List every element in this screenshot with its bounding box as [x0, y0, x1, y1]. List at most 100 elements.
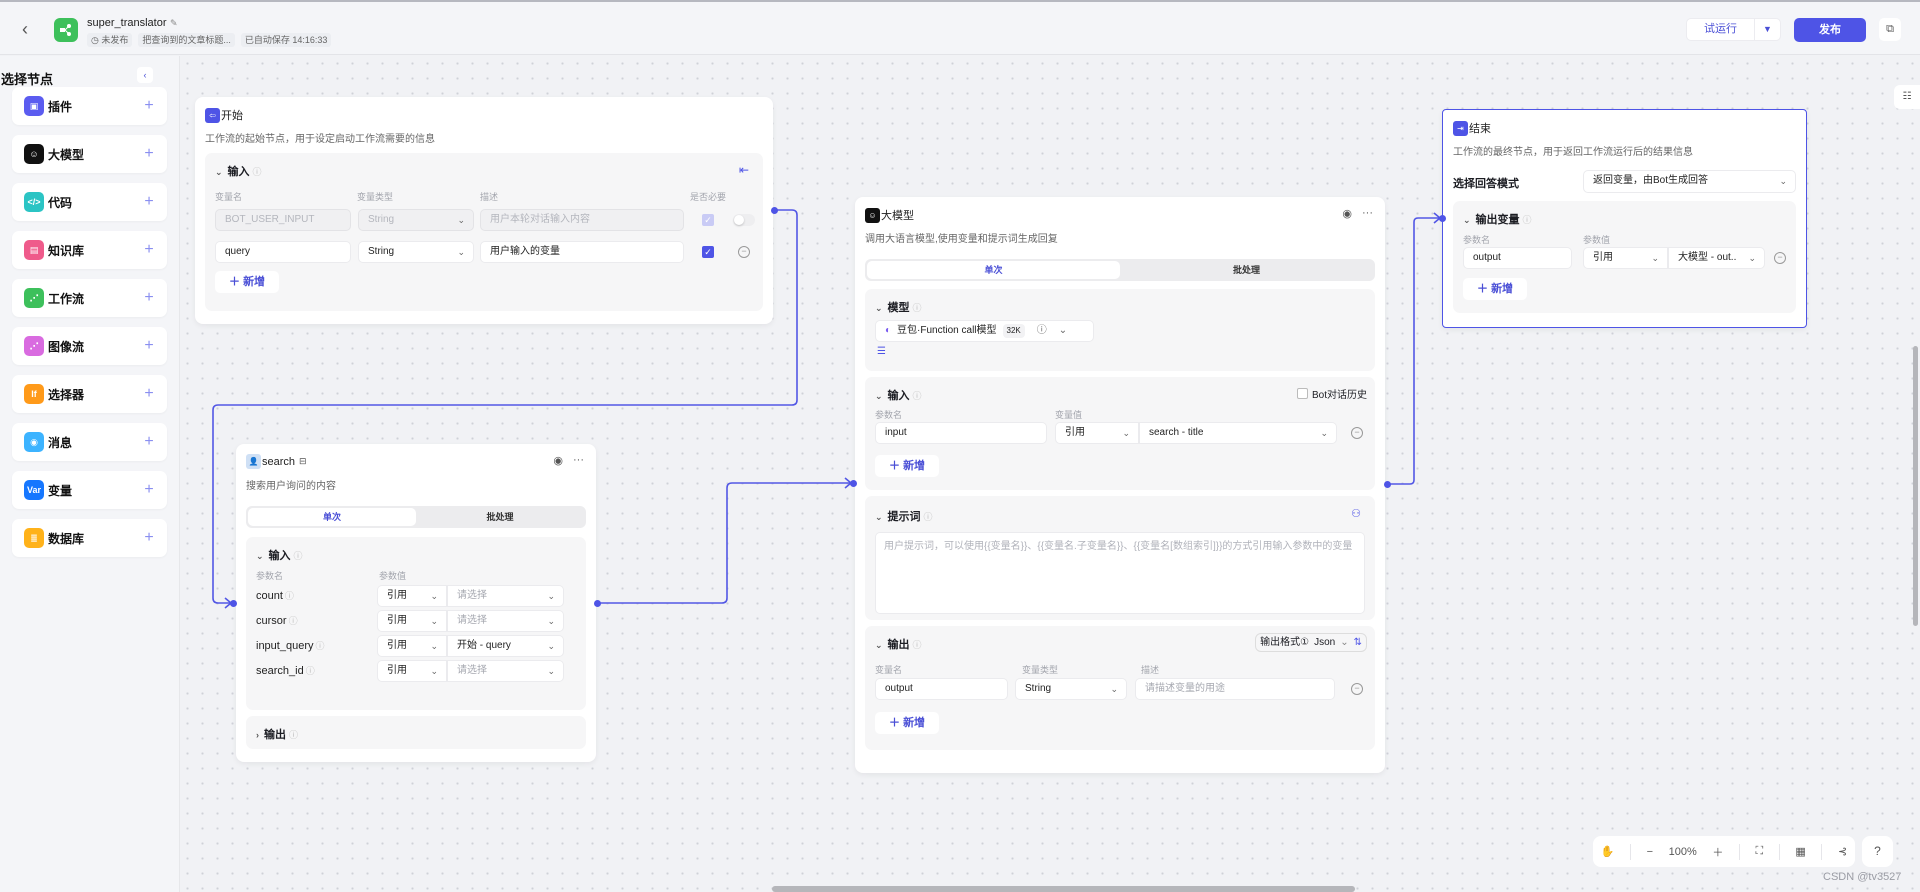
- model-header[interactable]: ⌄ 模型 ⓘ: [875, 299, 922, 315]
- add-node-icon[interactable]: +: [139, 481, 159, 499]
- ref-mode-select[interactable]: 引用 ⌄: [377, 585, 447, 607]
- output-desc-input[interactable]: 请描述变量的用途: [1135, 678, 1335, 700]
- output-format-select[interactable]: 输出格式① Json ⌄ ⇅: [1255, 633, 1367, 652]
- hand-tool-icon[interactable]: ✋: [1601, 845, 1615, 858]
- search-input-header[interactable]: ⌄ 输入 ⓘ: [256, 547, 303, 563]
- zoom-level[interactable]: 100%: [1669, 846, 1697, 858]
- window-toggle-icon[interactable]: ⧉: [1879, 18, 1901, 41]
- answer-mode-select[interactable]: 返回变量，由Bot生成回答 ⌄: [1583, 170, 1796, 193]
- info-icon[interactable]: ⓘ: [1037, 321, 1047, 341]
- more-options-icon[interactable]: ···: [573, 454, 584, 467]
- zoom-in-button[interactable]: ＋: [1712, 844, 1723, 860]
- test-run-label[interactable]: 试运行: [1687, 19, 1755, 40]
- ref-value-select[interactable]: 开始 - query ⌄: [447, 635, 564, 657]
- prompt-textarea[interactable]: 用户提示词，可以使用{{变量名}}、{{变量名.子变量名}}、{{变量名[数组索…: [875, 532, 1365, 614]
- ref-mode-select[interactable]: 引用 ⌄: [377, 610, 447, 632]
- remove-row-icon[interactable]: −: [1351, 427, 1363, 439]
- start-node[interactable]: ⇦ 开始 工作流的起始节点，用于设定启动工作流需要的信息 ⌄ 输入 ⓘ ⇤ 变量名 变…: [195, 97, 773, 324]
- bot-history-checkbox[interactable]: Bot对话历史: [1296, 386, 1367, 401]
- vertical-scrollbar[interactable]: [1913, 346, 1918, 626]
- fit-view-icon[interactable]: ⛶: [1756, 845, 1764, 858]
- sidebar-item-variable[interactable]: Var 变量 +: [12, 471, 167, 509]
- horizontal-scrollbar[interactable]: [772, 886, 1355, 892]
- checkbox-box[interactable]: [1296, 388, 1308, 399]
- end-input-port[interactable]: [1439, 215, 1446, 222]
- output-type-select[interactable]: String ⌄: [1015, 678, 1127, 700]
- remove-row-icon[interactable]: −: [738, 246, 750, 258]
- search-output-header[interactable]: › 输出 ⓘ: [256, 726, 298, 742]
- tab-single[interactable]: 单次: [248, 508, 416, 526]
- node-list-toggle-icon[interactable]: ☷: [1894, 85, 1920, 109]
- caret-down-icon[interactable]: ▼: [1755, 19, 1780, 40]
- collapse-sidebar-button[interactable]: ‹: [137, 67, 153, 83]
- add-node-icon[interactable]: +: [139, 241, 159, 259]
- format-switch-icon[interactable]: ⇅: [1354, 634, 1362, 651]
- add-node-icon[interactable]: +: [139, 289, 159, 307]
- tab-single[interactable]: 单次: [867, 261, 1120, 279]
- prompt-header[interactable]: ⌄ 提示词 ⓘ: [875, 508, 933, 524]
- output-name-input[interactable]: output: [1463, 247, 1572, 269]
- add-input-button[interactable]: ＋ 新增: [875, 455, 940, 477]
- sidebar-item-knowledge[interactable]: ▤ 知识库 +: [12, 231, 167, 269]
- sidebar-item-workflow[interactable]: ⋰ 工作流 +: [12, 279, 167, 317]
- ref-mode-select[interactable]: 引用 ⌄: [1055, 422, 1139, 444]
- add-output-button[interactable]: ＋ 新增: [875, 712, 940, 734]
- ref-value-select[interactable]: 大模型 - out.. ⌄: [1668, 247, 1765, 269]
- ref-value-select[interactable]: 请选择 ⌄: [447, 610, 564, 632]
- required-checkbox[interactable]: ✓: [702, 246, 714, 258]
- search-node[interactable]: 👤 search ⊟ ◉ ··· 搜索用户询问的内容 单次 批处理 ⌄ 输入 ⓘ 参数名 …: [236, 444, 596, 762]
- variable-desc-input[interactable]: 用户输入的变量: [480, 241, 684, 263]
- remove-row-icon[interactable]: −: [1351, 683, 1363, 695]
- sidebar-item-imageflow[interactable]: ⋰ 图像流 +: [12, 327, 167, 365]
- publish-button[interactable]: 发布: [1794, 18, 1866, 42]
- add-node-icon[interactable]: +: [139, 337, 159, 355]
- add-variable-button[interactable]: ＋ 新增: [215, 271, 280, 293]
- llm-output-header[interactable]: ⌄ 输出 ⓘ: [875, 636, 922, 652]
- more-options-icon[interactable]: ···: [1362, 207, 1373, 220]
- add-node-icon[interactable]: +: [139, 97, 159, 115]
- test-run-button[interactable]: 试运行 ▼: [1686, 18, 1781, 41]
- add-node-icon[interactable]: +: [139, 193, 159, 211]
- param-name-input[interactable]: input: [875, 422, 1047, 444]
- zoom-out-button[interactable]: −: [1647, 846, 1653, 858]
- llm-output-port[interactable]: [1384, 481, 1391, 488]
- run-node-icon[interactable]: ◉: [553, 454, 563, 467]
- llm-input-port[interactable]: [850, 480, 857, 487]
- variable-name-input[interactable]: query: [215, 241, 351, 263]
- sidebar-item-plugin[interactable]: ▣ 插件 +: [12, 87, 167, 125]
- search-input-port[interactable]: [230, 600, 237, 607]
- start-output-port[interactable]: [771, 207, 778, 214]
- minimap-icon[interactable]: ▦: [1795, 845, 1805, 858]
- end-output-header[interactable]: ⌄ 输出变量 ⓘ: [1463, 211, 1532, 227]
- add-node-icon[interactable]: +: [139, 145, 159, 163]
- ref-value-select[interactable]: 请选择 ⌄: [447, 660, 564, 682]
- sidebar-item-database[interactable]: ≣ 数据库 +: [12, 519, 167, 557]
- add-output-button[interactable]: ＋ 新增: [1463, 278, 1528, 300]
- sidebar-item-code[interactable]: </> 代码 +: [12, 183, 167, 221]
- ref-value-select[interactable]: search - title ⌄: [1139, 422, 1337, 444]
- auto-layout-icon[interactable]: ⊰: [1838, 845, 1847, 858]
- back-button[interactable]: ‹: [22, 19, 38, 39]
- model-settings-icon[interactable]: ☰: [877, 346, 886, 357]
- variable-type-select[interactable]: String ⌄: [358, 241, 474, 263]
- end-node[interactable]: ⇥ 结束 工作流的最终节点，用于返回工作流运行后的结果信息 选择回答模式 返回变量…: [1442, 109, 1807, 328]
- llm-input-header[interactable]: ⌄ 输入 ⓘ: [875, 387, 922, 403]
- sidebar-item-selector[interactable]: If 选择器 +: [12, 375, 167, 413]
- edit-icon[interactable]: ✎: [170, 18, 178, 29]
- start-input-header[interactable]: ⌄ 输入 ⓘ: [215, 163, 262, 179]
- add-node-icon[interactable]: +: [139, 385, 159, 403]
- import-variable-icon[interactable]: ⇤: [739, 163, 749, 177]
- ref-mode-select[interactable]: 引用 ⌄: [1583, 247, 1668, 269]
- ref-mode-select[interactable]: 引用 ⌄: [377, 635, 447, 657]
- search-output-port[interactable]: [594, 600, 601, 607]
- remove-row-icon[interactable]: −: [1774, 252, 1786, 264]
- llm-node[interactable]: ☺ 大模型 ◉ ··· 调用大语言模型,使用变量和提示词生成回复 单次 批处理 ⌄ 模…: [855, 197, 1385, 773]
- help-icon[interactable]: ?: [1862, 836, 1893, 867]
- run-node-icon[interactable]: ◉: [1342, 207, 1352, 220]
- output-name-input[interactable]: output: [875, 678, 1008, 700]
- ref-mode-select[interactable]: 引用 ⌄: [377, 660, 447, 682]
- model-select[interactable]: ◐ 豆包·Function call模型 32K ⓘ ⌄: [875, 320, 1094, 342]
- tab-batch[interactable]: 批处理: [416, 508, 584, 526]
- tab-batch[interactable]: 批处理: [1120, 261, 1373, 279]
- prompt-template-icon[interactable]: ⚇: [1351, 507, 1361, 520]
